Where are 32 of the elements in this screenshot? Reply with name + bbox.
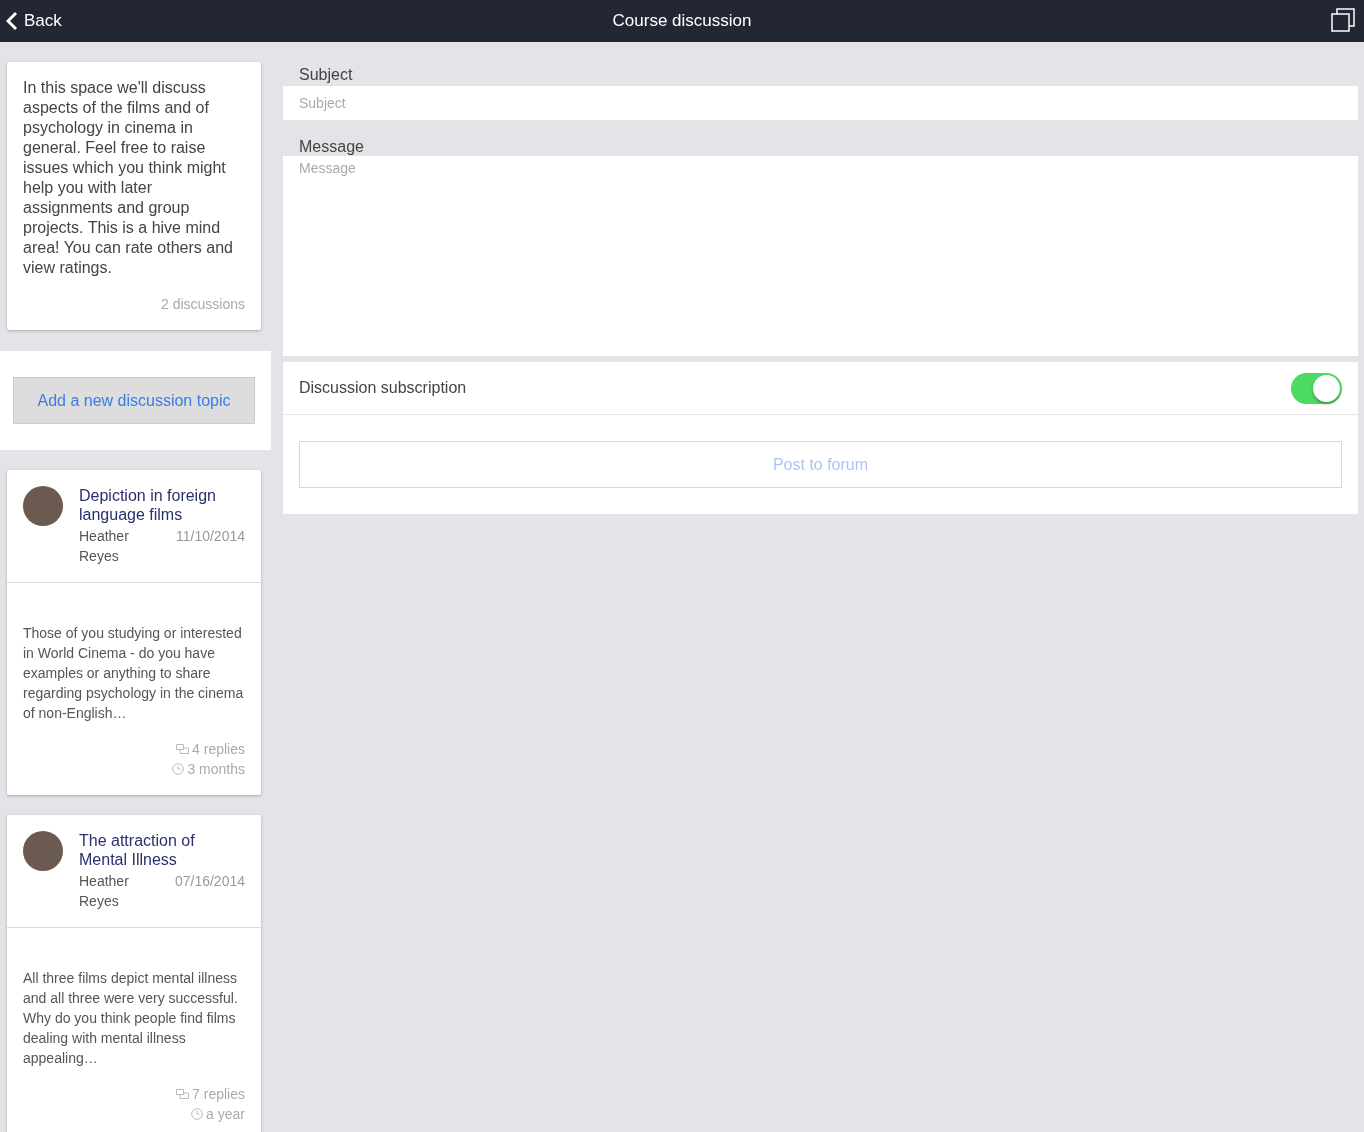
- post-date: 11/10/2014: [175, 527, 245, 546]
- forum-description: In this space we'll discuss aspects of the films and of psychology in cinema in general. Feel free to raise issues which you think might help you with later assignments and group projects. This is a hive mind area! You can rate others and view ratings.: [23, 78, 234, 278]
- avatar: [23, 831, 63, 871]
- subject-label: Subject: [298, 65, 354, 84]
- discussion-card[interactable]: [7, 815, 261, 1132]
- subject-field[interactable]: Subject: [283, 86, 1358, 120]
- avatar: [23, 486, 63, 526]
- message-label: Message: [298, 137, 365, 156]
- reply-count: 7 replies: [192, 1085, 245, 1104]
- post-age: 3 months: [187, 760, 245, 779]
- subscription-toggle[interactable]: [1291, 372, 1342, 404]
- discussion-count: 2 discussions: [159, 295, 245, 314]
- chevron-left-icon: [6, 11, 18, 31]
- discussion-title[interactable]: The attraction of Mental Illness: [79, 831, 245, 869]
- clock-icon: [191, 1108, 204, 1120]
- speech-bubbles-icon: [176, 1088, 190, 1100]
- post-age: a year: [206, 1105, 245, 1124]
- message-field[interactable]: Message: [283, 156, 1358, 356]
- windows-icon[interactable]: [1330, 8, 1356, 34]
- subscription-label: Discussion subscription: [299, 379, 467, 397]
- clock-icon: [172, 763, 185, 775]
- discussion-title[interactable]: Depiction in foreign language films: [79, 486, 245, 524]
- discussion-card[interactable]: [7, 470, 261, 795]
- reply-count: 4 replies: [192, 740, 245, 759]
- post-date: 07/16/2014: [174, 872, 245, 891]
- discussion-excerpt: Those of you studying or interested in World Cinema - do you have examples or anything to share regarding psychology in the cinema of non-English…: [23, 624, 245, 723]
- speech-bubbles-icon: [176, 743, 190, 755]
- author-name: Heather Reyes: [79, 527, 130, 566]
- author-name: Heather Reyes: [79, 872, 130, 911]
- discussion-excerpt: All three films depict mental illness and all three were very successful. Why do you think people find films dealing with mental illness appealing…: [23, 969, 239, 1068]
- page-title: Course discussion: [612, 11, 752, 30]
- back-button[interactable]: Back: [6, 11, 62, 31]
